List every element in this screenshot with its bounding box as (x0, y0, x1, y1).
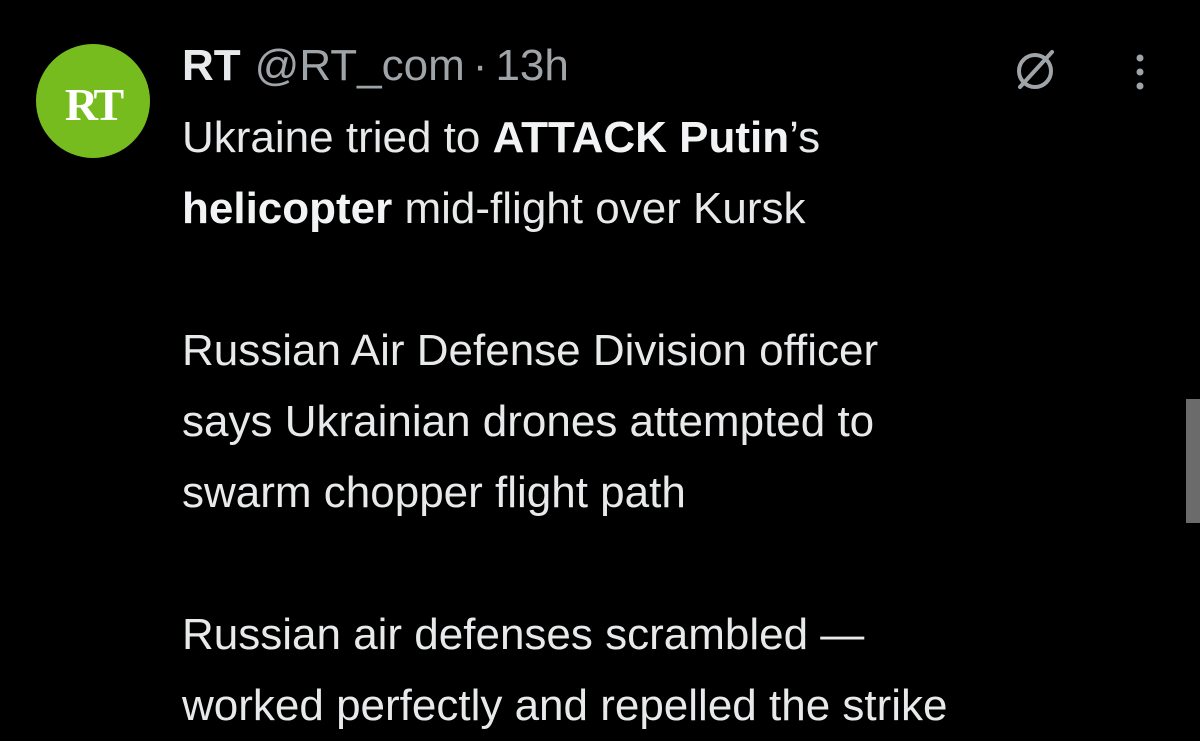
text-segment: mid-flight over Kursk (392, 184, 806, 233)
grok-icon[interactable] (1010, 44, 1060, 94)
text-segment: Ukraine tried to (182, 113, 493, 162)
more-icon[interactable] (1128, 52, 1152, 92)
display-name[interactable]: RT (182, 38, 241, 94)
tweet-line-4: says Ukrainian drones attempted to (182, 397, 875, 446)
tweet-line-2: helicopter mid-flight over Kursk (182, 173, 1172, 244)
tweet-line-1: Ukraine tried to ATTACK Putin’s (182, 102, 1172, 173)
scrollbar-thumb[interactable] (1186, 399, 1200, 523)
tweet-line-7: worked perfectly and repelled the strike (182, 681, 948, 730)
bold-text-segment: helicopter (182, 184, 393, 233)
tweet[interactable]: RT RT @RT_com · 13h Ukraine tried to ATT… (0, 0, 1200, 741)
tweet-line-6: Russian air defenses scrambled — (182, 610, 865, 659)
tweet-header: RT @RT_com · 13h (182, 38, 569, 94)
user-handle[interactable]: @RT_com (255, 38, 465, 94)
bold-text-segment: ATTACK Putin (492, 113, 790, 162)
text-segment: ’s (789, 113, 821, 162)
tweet-text: Ukraine tried to ATTACK Putin’s helicopt… (182, 102, 1172, 741)
rt-logo-text: RT (64, 79, 124, 130)
tweet-line-5: swarm chopper flight path (182, 468, 686, 517)
tweet-line-3: Russian Air Defense Division officer (182, 326, 879, 375)
timestamp[interactable]: 13h (495, 38, 568, 94)
avatar[interactable]: RT (36, 44, 150, 158)
separator-dot: · (472, 41, 488, 90)
